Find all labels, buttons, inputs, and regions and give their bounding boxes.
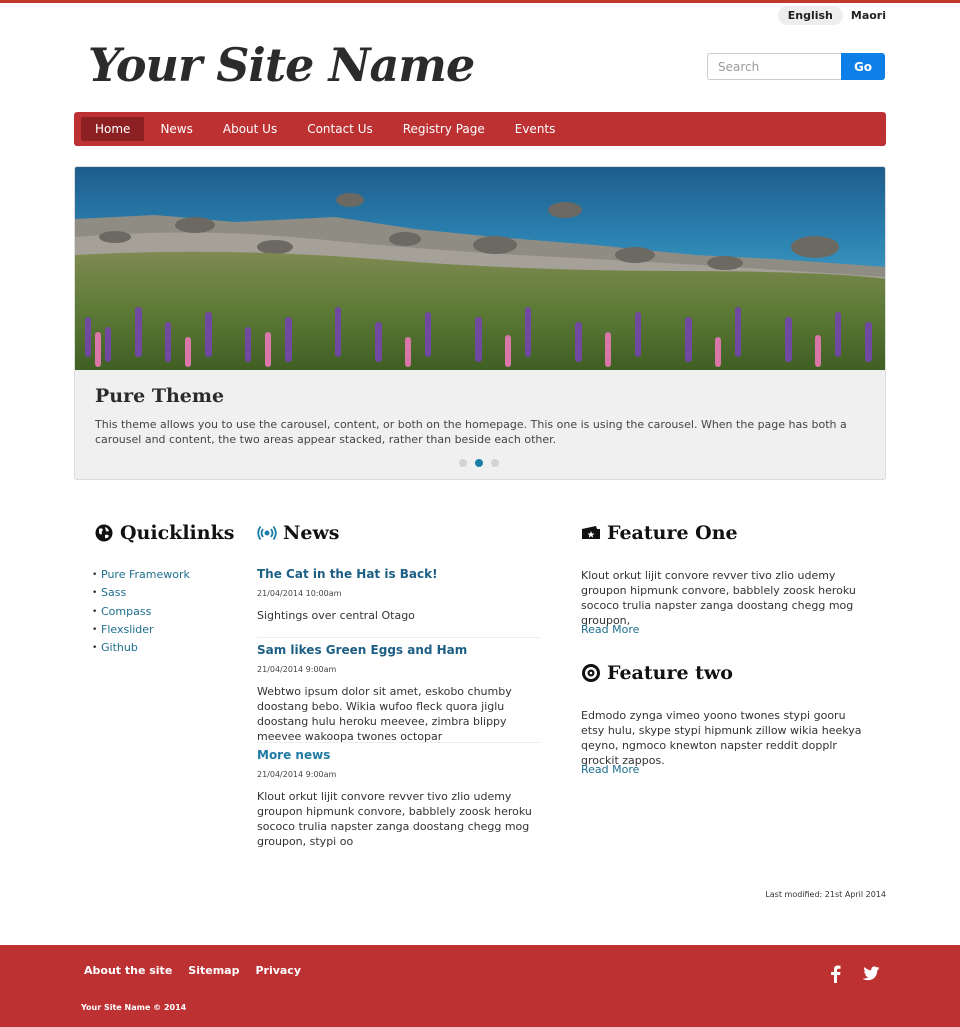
- quicklink-sass[interactable]: Sass: [92, 584, 190, 603]
- news-item-body: Webtwo ipsum dolor sit amet, eskobo chum…: [257, 685, 512, 743]
- footer-link-about[interactable]: About the site: [84, 964, 172, 977]
- copyright: Your Site Name © 2014: [81, 1003, 187, 1012]
- quicklinks-heading: Quicklinks: [94, 522, 234, 544]
- footer-links: About the site Sitemap Privacy: [84, 964, 301, 977]
- quicklinks-title: Quicklinks: [120, 522, 235, 544]
- news-item: Sam likes Green Eggs and Ham 21/04/2014 …: [257, 643, 541, 744]
- news-item-title[interactable]: More news: [257, 748, 541, 762]
- language-maori[interactable]: Maori: [851, 6, 886, 25]
- carousel: Pure Theme This theme allows you to use …: [74, 166, 886, 480]
- quicklink-compass[interactable]: Compass: [92, 603, 190, 622]
- target-icon: [581, 663, 601, 683]
- carousel-dot-3[interactable]: [491, 459, 499, 467]
- language-english[interactable]: English: [777, 6, 843, 25]
- search-button[interactable]: Go: [841, 53, 885, 80]
- nav-item-events[interactable]: Events: [501, 117, 570, 141]
- feature-two-read-more-link[interactable]: Read More: [581, 763, 639, 776]
- search-form: Go: [707, 53, 885, 80]
- carousel-text: This theme allows you to use the carouse…: [95, 418, 847, 446]
- carousel-title: Pure Theme: [95, 385, 225, 407]
- nav-item-home[interactable]: Home: [81, 117, 145, 141]
- nav-item-about-us[interactable]: About Us: [209, 117, 291, 141]
- top-accent-bar: [0, 0, 960, 3]
- news-heading: News: [257, 522, 340, 544]
- carousel-image: [75, 167, 885, 370]
- footer: About the site Sitemap Privacy Your Site…: [0, 945, 960, 1027]
- news-item-date: 21/04/2014 10:00am: [257, 589, 342, 598]
- social-links: [830, 965, 880, 983]
- news-item: The Cat in the Hat is Back! 21/04/2014 1…: [257, 567, 541, 623]
- feature-two-title: Feature two: [607, 662, 733, 684]
- quicklink-github[interactable]: Github: [92, 639, 190, 658]
- feature-one-read-more-link[interactable]: Read More: [581, 623, 639, 636]
- quicklink-pure-framework[interactable]: Pure Framework: [92, 566, 190, 585]
- news-item-title[interactable]: The Cat in the Hat is Back!: [257, 567, 541, 581]
- nav-item-contact-us[interactable]: Contact Us: [293, 117, 387, 141]
- feature-two-text: Edmodo zynga vimeo yoono twones stypi go…: [581, 709, 862, 767]
- site-name[interactable]: Your Site Name: [88, 38, 475, 92]
- feature-one-title: Feature One: [607, 522, 738, 544]
- footer-link-privacy[interactable]: Privacy: [255, 964, 301, 977]
- carousel-pager: [459, 459, 499, 467]
- news-item-body: Klout orkut lijit convore revver tivo zl…: [257, 790, 532, 848]
- feature-one-heading: Feature One: [581, 522, 738, 544]
- quicklinks-list: Pure Framework Sass Compass Flexslider G…: [92, 566, 190, 658]
- feature-two-heading: Feature two: [581, 662, 733, 684]
- main-nav: Home News About Us Contact Us Registry P…: [74, 112, 886, 146]
- broadcast-icon: [257, 523, 277, 543]
- quicklink-flexslider[interactable]: Flexslider: [92, 621, 190, 640]
- news-divider: [257, 637, 541, 638]
- last-modified: Last modified: 21st April 2014: [765, 890, 886, 899]
- language-switch: English Maori: [777, 6, 886, 25]
- nav-item-registry-page[interactable]: Registry Page: [389, 117, 499, 141]
- facebook-icon[interactable]: [830, 965, 841, 983]
- news-item-body: Sightings over central Otago: [257, 609, 415, 622]
- news-item-date: 21/04/2014 9:00am: [257, 770, 337, 779]
- globe-icon: [94, 523, 114, 543]
- feature-one-text: Klout orkut lijit convore revver tivo zl…: [581, 569, 856, 627]
- carousel-dot-1[interactable]: [459, 459, 467, 467]
- news-divider: [257, 742, 541, 743]
- news-title: News: [283, 522, 340, 544]
- nav-item-news[interactable]: News: [146, 117, 206, 141]
- news-item: More news 21/04/2014 9:00am Klout orkut …: [257, 748, 541, 849]
- search-input[interactable]: [707, 53, 841, 80]
- footer-link-sitemap[interactable]: Sitemap: [188, 964, 239, 977]
- news-item-title[interactable]: Sam likes Green Eggs and Ham: [257, 643, 541, 657]
- news-item-date: 21/04/2014 9:00am: [257, 665, 337, 674]
- ticket-icon: [581, 523, 601, 543]
- twitter-icon[interactable]: [861, 966, 880, 982]
- carousel-dot-2[interactable]: [475, 459, 483, 467]
